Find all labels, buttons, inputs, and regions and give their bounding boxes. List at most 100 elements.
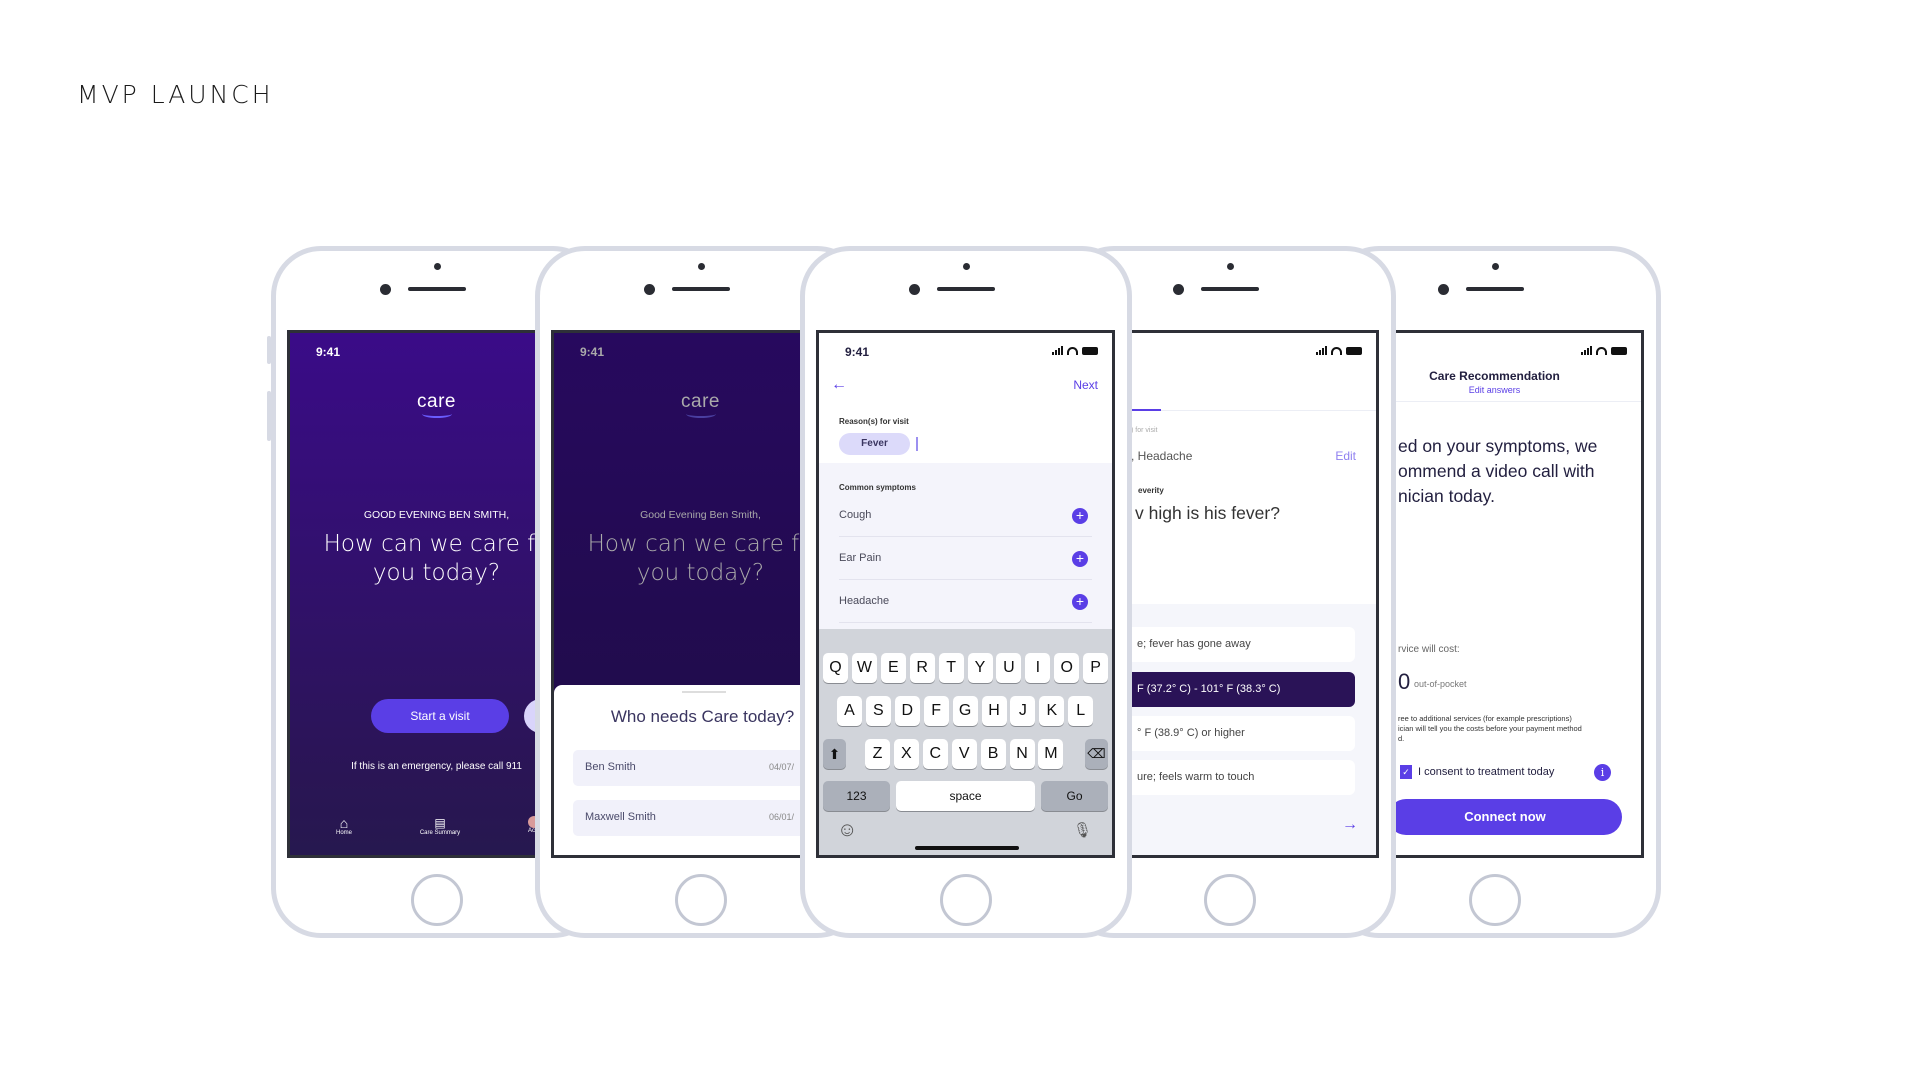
letter-key[interactable]: K <box>1039 696 1065 726</box>
symptom-row[interactable]: Cough + <box>839 494 1092 537</box>
camera-dot <box>1173 284 1184 295</box>
speaker-grille <box>1466 287 1524 291</box>
cost-label: rvice will cost: <box>1398 644 1460 655</box>
home-indicator <box>915 846 1019 850</box>
letter-key[interactable]: X <box>893 739 919 769</box>
symptom-label: Headache <box>839 595 890 607</box>
letter-key[interactable]: Q <box>823 653 848 683</box>
back-arrow-icon[interactable]: ← <box>831 376 847 394</box>
letter-key[interactable]: Z <box>865 739 890 769</box>
letter-key[interactable]: L <box>1068 696 1094 726</box>
recommendation-line: nician today. <box>1398 486 1495 506</box>
letter-key[interactable]: V <box>951 739 977 769</box>
info-icon[interactable]: i <box>1594 764 1611 781</box>
speaker-grille <box>408 287 466 291</box>
wifi-icon <box>1067 347 1078 355</box>
home-button[interactable] <box>940 874 992 926</box>
next-arrow-icon[interactable]: → <box>1342 816 1358 834</box>
letter-key[interactable]: B <box>980 739 1006 769</box>
shift-key[interactable]: ⬆ <box>823 739 846 769</box>
letter-key[interactable]: P <box>1083 653 1109 683</box>
speaker-grille <box>672 287 730 291</box>
letter-key[interactable]: N <box>1009 739 1035 769</box>
letter-key[interactable]: U <box>996 653 1022 683</box>
fine-print: ree to additional services (for example … <box>1398 714 1582 744</box>
add-icon[interactable]: + <box>1072 508 1088 524</box>
home-button[interactable] <box>675 874 727 926</box>
sheet-handle[interactable] <box>682 691 726 693</box>
keyboard: ⬆ ⌫ 123 space Go ☺ 🎙 QWERTYUIOP ASDFGHJKL… <box>819 629 1112 855</box>
recommendation-text: ed on your symptoms, we ommend a video c… <box>1398 434 1597 509</box>
reasons-value: , Headache <box>1131 449 1193 463</box>
home-icon: ⌂ <box>339 815 349 831</box>
camera-dot <box>1438 284 1449 295</box>
reason-chip[interactable]: Fever <box>839 433 910 455</box>
space-key[interactable]: space <box>896 781 1035 811</box>
status-time: 9:41 <box>316 345 341 359</box>
reason-label: Reason(s) for visit <box>839 417 909 426</box>
letter-key[interactable]: O <box>1054 653 1080 683</box>
letter-key[interactable]: F <box>923 696 949 726</box>
status-time: 9:41 <box>845 345 870 359</box>
home-button[interactable] <box>411 874 463 926</box>
tab-label: Care Summary <box>419 830 461 836</box>
letter-key[interactable]: G <box>952 696 978 726</box>
sensor-dot <box>1492 263 1499 270</box>
person-name: Ben Smith <box>585 761 636 773</box>
status-time: 9:41 <box>580 345 605 359</box>
home-button[interactable] <box>1469 874 1521 926</box>
go-key[interactable]: Go <box>1041 781 1108 811</box>
letter-key[interactable]: I <box>1025 653 1051 683</box>
reason-screen: 9:41 ← Next Reason(s) for visit Fever Co… <box>816 330 1115 858</box>
camera-dot <box>644 284 655 295</box>
letter-key[interactable]: C <box>922 739 948 769</box>
letter-key[interactable]: Y <box>967 653 993 683</box>
sensor-dot <box>1227 263 1234 270</box>
symptom-row[interactable]: Headache + <box>839 580 1092 623</box>
add-icon[interactable]: + <box>1072 551 1088 567</box>
letter-key[interactable]: H <box>981 696 1007 726</box>
microphone-icon[interactable]: 🎙 <box>1073 821 1092 839</box>
common-symptoms-label: Common symptoms <box>839 483 916 492</box>
side-button <box>267 336 271 364</box>
page-title: MVP LAUNCH <box>77 80 274 109</box>
connect-now-button[interactable]: Connect now <box>1388 799 1622 835</box>
letter-key[interactable]: A <box>837 696 862 726</box>
person-date: 04/07/ <box>769 762 795 772</box>
camera-dot <box>909 284 920 295</box>
letter-key[interactable]: E <box>880 653 906 683</box>
letter-key[interactable]: M <box>1038 739 1064 769</box>
reason-label: ) for visit <box>1131 427 1158 434</box>
person-date: 06/01/ <box>769 812 795 822</box>
next-button[interactable]: Next <box>1073 378 1098 392</box>
letter-key[interactable]: W <box>851 653 877 683</box>
status-icons <box>1052 346 1098 355</box>
emoji-icon[interactable]: ☺ <box>837 819 857 842</box>
severity-label: everity <box>1138 486 1164 495</box>
price: 0 <box>1398 669 1411 694</box>
tab-home[interactable]: ⌂ Home <box>326 816 362 836</box>
consent-label: I consent to treatment today <box>1418 766 1555 778</box>
battery-icon <box>1082 347 1098 355</box>
consent-checkbox[interactable]: ✓ <box>1400 765 1412 779</box>
wifi-icon <box>1331 347 1342 355</box>
tab-care-summary[interactable]: ▤ Care Summary <box>405 816 475 836</box>
fine-line: d. <box>1398 734 1405 743</box>
status-icons <box>1581 346 1627 355</box>
letter-key[interactable]: J <box>1010 696 1036 726</box>
start-visit-button[interactable]: Start a visit <box>371 699 509 733</box>
edit-link[interactable]: Edit <box>1335 449 1356 463</box>
camera-dot <box>380 284 391 295</box>
person-name: Maxwell Smith <box>585 811 656 823</box>
tab-label: Home <box>335 830 352 836</box>
letter-key[interactable]: R <box>909 653 935 683</box>
letter-key[interactable]: D <box>894 696 920 726</box>
letter-key[interactable]: T <box>938 653 964 683</box>
home-button[interactable] <box>1204 874 1256 926</box>
symptom-row[interactable]: Ear Pain + <box>839 537 1092 580</box>
letter-key[interactable]: S <box>865 696 891 726</box>
sensor-dot <box>698 263 705 270</box>
numbers-key[interactable]: 123 <box>823 781 890 811</box>
add-icon[interactable]: + <box>1072 594 1088 610</box>
backspace-key[interactable]: ⌫ <box>1085 739 1108 769</box>
